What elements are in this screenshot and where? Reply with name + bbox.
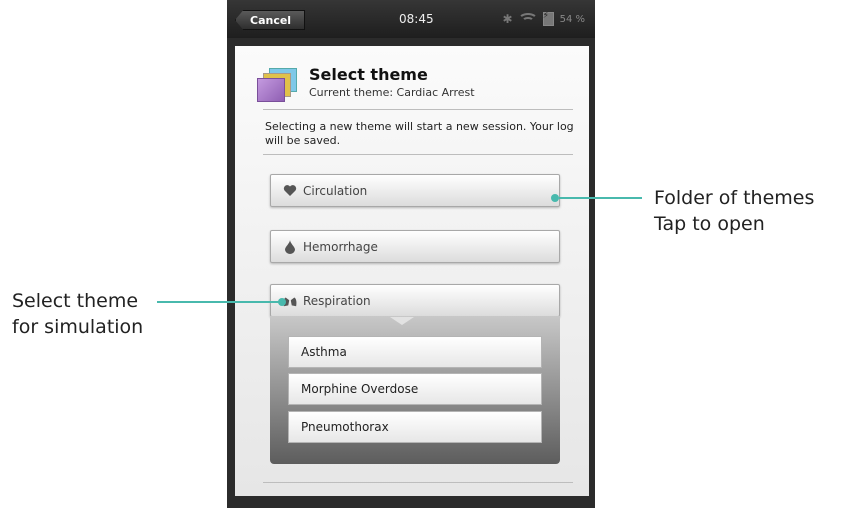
status-icons: ✱ 54 % bbox=[503, 10, 585, 28]
folder-stack-icon bbox=[257, 68, 297, 102]
callout-dot bbox=[551, 194, 559, 202]
bluetooth-icon: ✱ bbox=[502, 12, 513, 26]
category-label: Circulation bbox=[303, 183, 368, 198]
divider bbox=[263, 109, 573, 110]
battery-percentage: 54 % bbox=[559, 13, 585, 25]
callout-folder-line1: Folder of themes bbox=[654, 187, 815, 209]
theme-asthma[interactable]: Asthma bbox=[288, 336, 542, 368]
category-circulation[interactable]: Circulation bbox=[270, 174, 560, 207]
page-title: Select theme bbox=[309, 65, 428, 84]
callout-line bbox=[559, 197, 642, 199]
divider bbox=[263, 482, 573, 483]
select-theme-panel: Select theme Current theme: Cardiac Arre… bbox=[235, 46, 589, 496]
clock: 08:45 bbox=[399, 12, 434, 26]
wifi-icon bbox=[517, 13, 538, 25]
callout-select-line2: for simulation bbox=[12, 316, 144, 338]
category-respiration[interactable]: Respiration bbox=[270, 284, 560, 317]
battery-icon bbox=[542, 11, 554, 26]
info-text: Selecting a new theme will start a new s… bbox=[265, 120, 574, 147]
callout-folder-line2: Tap to open bbox=[654, 213, 765, 235]
current-theme-label: Current theme: Cardiac Arrest bbox=[309, 86, 475, 99]
theme-pneumothorax[interactable]: Pneumothorax bbox=[288, 411, 542, 443]
callout-select-line1: Select theme bbox=[12, 290, 139, 312]
blood-drop-icon bbox=[283, 239, 297, 254]
callout-dot bbox=[278, 298, 286, 306]
heart-icon bbox=[283, 184, 297, 198]
divider bbox=[263, 154, 573, 155]
category-label: Hemorrhage bbox=[303, 239, 378, 254]
expanded-indicator bbox=[390, 317, 414, 325]
status-bar: Cancel 08:45 ✱ 54 % bbox=[227, 0, 595, 38]
theme-morphine-overdose[interactable]: Morphine Overdose bbox=[288, 373, 542, 405]
category-hemorrhage[interactable]: Hemorrhage bbox=[270, 230, 560, 263]
cancel-button[interactable]: Cancel bbox=[235, 10, 305, 30]
tablet-device: Cancel 08:45 ✱ 54 % Select theme Current… bbox=[227, 0, 595, 508]
callout-line bbox=[157, 301, 280, 303]
category-label: Respiration bbox=[303, 293, 371, 308]
